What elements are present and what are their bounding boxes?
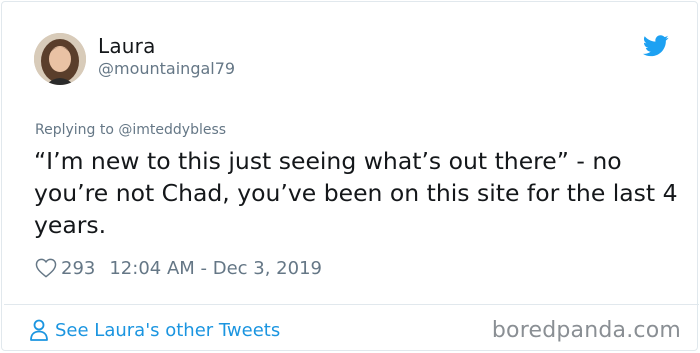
see-other-tweets-label: See Laura's other Tweets [55, 319, 281, 341]
person-icon [30, 319, 48, 341]
source-watermark: boredpanda.com [491, 318, 681, 343]
replying-to[interactable]: Replying to @imteddybless [35, 122, 226, 138]
user-handle[interactable]: @mountaingal79 [98, 59, 235, 78]
see-other-tweets-link[interactable]: See Laura's other Tweets [29, 316, 280, 344]
tweet-timestamp[interactable]: 12:04 AM - Dec 3, 2019 [109, 258, 322, 279]
heart-icon[interactable] [35, 258, 57, 278]
avatar[interactable] [34, 33, 86, 85]
user-name[interactable]: Laura [98, 34, 156, 58]
tweet-card: Laura @mountaingal79 Replying to @imtedd… [1, 1, 699, 351]
twitter-bird-icon[interactable] [643, 35, 669, 57]
divider [4, 304, 699, 305]
avatar-image [34, 33, 86, 85]
tweet-text: “I’m new to this just seeing what’s out … [34, 147, 678, 239]
tweet-meta: 293 12:04 AM - Dec 3, 2019 [35, 255, 322, 281]
like-count: 293 [61, 257, 96, 279]
